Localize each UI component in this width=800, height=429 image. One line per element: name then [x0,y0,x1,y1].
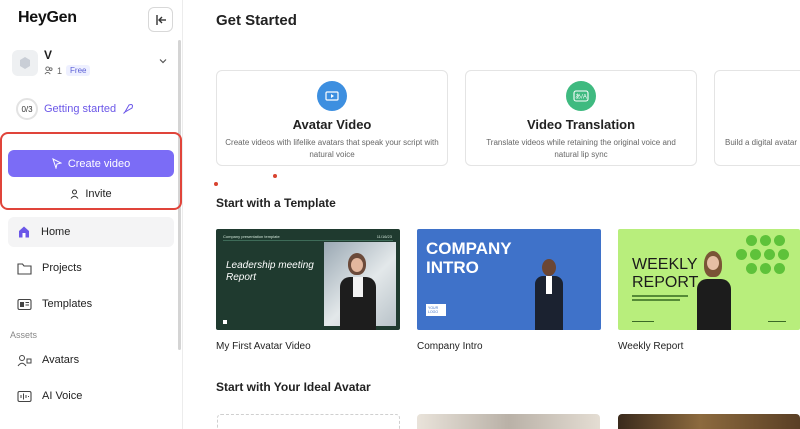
getting-started-label: Getting started [44,103,117,115]
video-translation-card[interactable]: あ/A Video Translation Translate videos w… [465,70,697,166]
sidebar-item-label: Home [41,226,71,238]
dot-grid [736,235,800,283]
marker-dot [273,174,277,178]
presenter-avatar [527,257,571,330]
workspace-name: V [44,48,53,62]
folder-icon [17,262,32,275]
avatar-card[interactable] [618,414,800,429]
thumb-header: Company presentation template [223,234,280,239]
thumb-title-1: WEEKLY [632,256,698,273]
thumb-marker [223,320,227,324]
sidebar-item-avatars[interactable]: Avatars [8,345,174,375]
sidebar-item-label: Templates [42,298,93,310]
avatar-card[interactable] [417,414,600,429]
thumb-footer-line [768,321,786,322]
avatar-video-card[interactable]: Avatar Video Create videos with lifelike… [216,70,448,166]
plan-badge: Free [66,65,91,76]
thumb-title-1: COMPANY [426,239,512,258]
card-description: Build a digital avatar [725,138,798,147]
thumb-text-line [632,299,680,301]
rocket-icon [123,104,134,114]
chevron-down-icon [159,59,167,64]
avatars-icon [17,354,32,366]
card-description: Create videos with lifelike avatars that… [225,138,439,159]
main-content: Get Started Avatar Video Create videos w… [184,0,800,429]
presenter-avatar [694,249,734,330]
sidebar-item-label: Projects [42,262,82,274]
sidebar-item-label: Avatars [42,354,80,366]
templates-icon [17,298,32,310]
thumb-title: Leadership meeting Report [226,260,314,283]
template-card-company-intro[interactable]: COMPANY INTRO YOUR LOGO [417,229,601,330]
sidebar-item-home[interactable]: Home [8,217,174,247]
card-title: Video Translation [526,117,636,132]
thumb-date: 11/16/23 [376,234,392,239]
card-title: Avatar Video [292,117,372,132]
translate-icon: あ/A [566,81,596,111]
video-icon [317,81,347,111]
member-count: 1 [57,65,63,76]
template-section-title: Start with a Template [216,196,336,210]
svg-text:あ/A: あ/A [575,94,587,101]
template-card-leadership[interactable]: Company presentation template 11/16/23 L… [216,229,400,330]
sidebar-item-projects[interactable]: Projects [8,253,174,283]
assets-section-label: Assets [10,330,38,340]
members-icon [44,66,53,75]
thumb-logo: YOUR LOGO [426,304,446,316]
avatar-section-title: Start with Your Ideal Avatar [216,380,371,394]
getting-started-link[interactable]: 0/3 Getting started [16,98,134,120]
sidebar: HeyGen V 1 Free 0/3 Getting started Crea… [0,0,183,429]
presenter-avatar [336,249,380,330]
template-caption: Company Intro [417,341,483,352]
thumb-title-2: REPORT [632,274,699,291]
sidebar-item-templates[interactable]: Templates [8,289,174,319]
add-avatar-card[interactable] [217,414,400,429]
workspace-meta: 1 Free [44,65,91,76]
workspace-avatar [12,50,38,76]
template-caption: Weekly Report [618,341,684,352]
highlight-box [0,132,182,210]
heygen-logo[interactable]: HeyGen [18,9,77,27]
voice-icon [17,390,32,402]
template-card-weekly-report[interactable]: WEEKLY REPORT [618,229,800,330]
home-icon [19,226,29,238]
card-description: Translate videos while retaining the ori… [486,138,676,159]
progress-ring: 0/3 [16,98,38,120]
template-caption: My First Avatar Video [216,341,311,352]
divider [223,240,393,241]
workspace-switcher[interactable]: V 1 Free [12,47,172,81]
sidebar-item-ai-voice[interactable]: AI Voice [8,381,174,411]
digital-avatar-card[interactable]: Build a digital avatar [714,70,800,166]
thumb-footer-line [632,321,654,322]
page-title: Get Started [216,12,297,29]
workspace-avatar-icon [20,57,30,69]
collapse-sidebar-button[interactable] [148,7,173,32]
sidebar-item-label: AI Voice [42,390,83,402]
thumb-text-line [632,295,688,297]
thumb-title-2: INTRO [426,258,479,277]
collapse-icon [155,14,166,25]
marker-dot [214,182,218,186]
